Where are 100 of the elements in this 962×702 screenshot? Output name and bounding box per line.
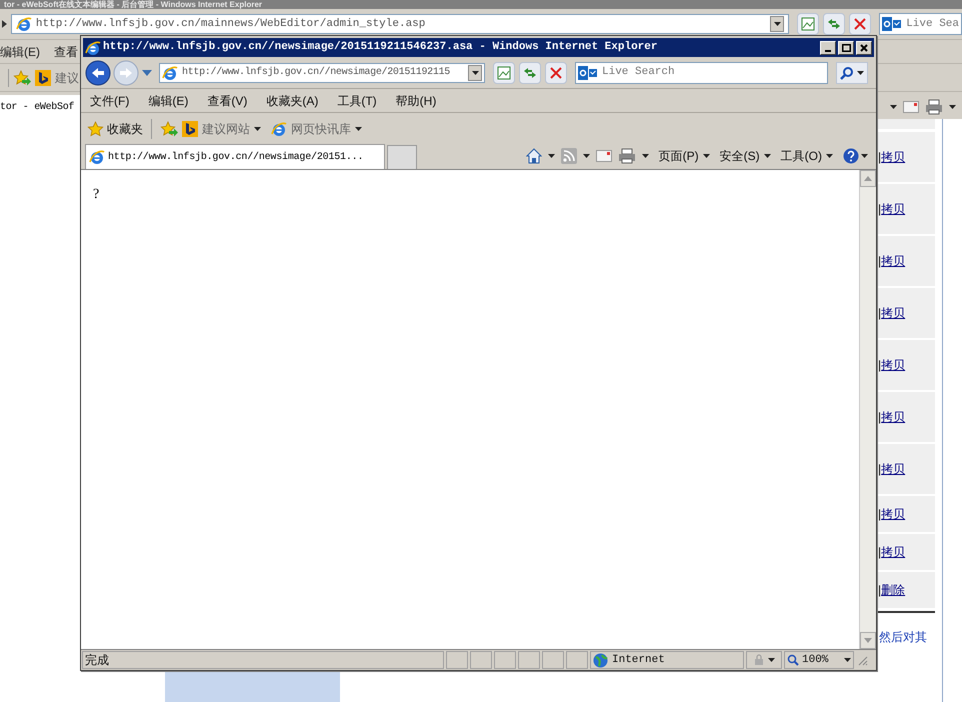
search-button[interactable] bbox=[836, 62, 868, 84]
help-icon bbox=[843, 148, 859, 164]
search-field[interactable]: Live Search bbox=[575, 62, 828, 84]
close-icon bbox=[860, 44, 868, 52]
menu-item[interactable]: 帮助(H) bbox=[396, 92, 436, 110]
protected-mode-button[interactable] bbox=[746, 651, 782, 669]
table-link[interactable]: 拷贝 bbox=[881, 505, 906, 523]
menu-item[interactable]: 工具(T) bbox=[337, 92, 377, 110]
address-dropdown-button[interactable] bbox=[468, 64, 482, 80]
minimize-icon bbox=[825, 50, 831, 52]
address-dropdown-button[interactable] bbox=[770, 16, 784, 32]
refresh-button[interactable] bbox=[823, 13, 846, 35]
caret-icon bbox=[764, 154, 771, 158]
back-button[interactable] bbox=[85, 60, 111, 86]
search-icon bbox=[840, 66, 854, 80]
menu-item[interactable]: 查看 bbox=[54, 42, 78, 60]
feed-icon[interactable] bbox=[560, 148, 577, 164]
browser-tab[interactable]: tor - eWebSof bbox=[0, 95, 82, 119]
table-link[interactable]: 拷贝 bbox=[881, 356, 906, 374]
separator: | bbox=[878, 582, 882, 599]
home-icon[interactable] bbox=[526, 148, 542, 164]
ie-icon bbox=[16, 16, 32, 32]
note-text: 然后对其 bbox=[878, 629, 928, 646]
command-menu[interactable]: 工具(O) bbox=[780, 147, 833, 165]
status-text: 完成 bbox=[82, 651, 444, 669]
separator: | bbox=[878, 149, 882, 166]
table-link[interactable]: 拷贝 bbox=[881, 252, 906, 270]
stop-button[interactable] bbox=[545, 62, 567, 84]
separator: | bbox=[878, 544, 882, 561]
zoom-button[interactable]: 100% bbox=[784, 651, 854, 669]
maximize-button[interactable] bbox=[838, 40, 854, 54]
address-field[interactable]: http://www.lnfsjb.gov.cn//newsimage/20151192115 bbox=[159, 62, 485, 82]
mail-icon[interactable] bbox=[903, 101, 919, 113]
table-link[interactable]: 拷贝 bbox=[881, 200, 906, 218]
page-icon bbox=[801, 17, 816, 31]
favorites-link[interactable]: 网页快讯库 bbox=[271, 120, 362, 138]
separator: | bbox=[878, 409, 882, 426]
caret-icon bbox=[642, 154, 649, 158]
page-icon bbox=[497, 66, 511, 80]
command-menu[interactable]: 页面(P) bbox=[658, 147, 710, 165]
menu-item[interactable]: 查看(V) bbox=[207, 92, 248, 110]
search-field[interactable]: Live Sea bbox=[879, 13, 962, 35]
caret-icon bbox=[774, 22, 781, 26]
scroll-down-icon bbox=[864, 638, 872, 643]
separator: | bbox=[878, 253, 882, 270]
status-pane bbox=[470, 651, 492, 669]
lock-icon bbox=[753, 654, 765, 666]
scroll-up-icon bbox=[864, 176, 872, 181]
menu-item[interactable]: 文件(F) bbox=[90, 92, 130, 110]
status-pane bbox=[446, 651, 468, 669]
zone-indicator[interactable]: Internet bbox=[590, 651, 744, 669]
table-link[interactable]: 删除 bbox=[881, 581, 906, 599]
favorites-link[interactable]: 建议网站 bbox=[202, 120, 261, 138]
separator: | bbox=[878, 201, 882, 218]
ie-icon bbox=[271, 120, 287, 136]
table-link[interactable]: 拷贝 bbox=[881, 148, 906, 166]
refresh-button[interactable] bbox=[519, 62, 541, 84]
minimize-button[interactable] bbox=[820, 40, 836, 54]
caret-icon bbox=[582, 154, 590, 158]
ie-icon bbox=[89, 149, 105, 165]
printer-icon[interactable] bbox=[925, 99, 943, 115]
printer-icon[interactable] bbox=[618, 148, 636, 164]
caret-icon bbox=[949, 105, 956, 109]
help-button[interactable] bbox=[843, 148, 868, 164]
favorites-link[interactable]: 建议 bbox=[55, 68, 79, 86]
caret-icon bbox=[768, 658, 775, 662]
status-pane bbox=[542, 651, 564, 669]
ie-icon bbox=[85, 40, 101, 56]
compat-view-button[interactable] bbox=[493, 62, 515, 84]
favorites-button[interactable]: 收藏夹 bbox=[87, 120, 143, 138]
separator: | bbox=[878, 461, 882, 478]
address-field[interactable]: http://www.lnfsjb.gov.cn/mainnews/WebEditor/admin_style.asp bbox=[10, 14, 790, 34]
history-dropdown-icon[interactable] bbox=[141, 68, 153, 76]
browser-tab[interactable]: http://www.lnfsjb.gov.cn//newsimage/20151... bbox=[85, 144, 385, 169]
menu-item[interactable]: 编辑(E) bbox=[148, 92, 188, 110]
table-link[interactable]: 拷贝 bbox=[881, 460, 906, 478]
bing-icon bbox=[182, 120, 198, 136]
close-icon bbox=[550, 66, 562, 78]
window-title: tor - eWebSoft在线文本编辑器 - 后台管理 - Windows Internet Explorer bbox=[3, 0, 262, 9]
separator: | bbox=[878, 357, 882, 374]
mail-icon[interactable] bbox=[596, 150, 612, 162]
menu-item[interactable]: 收藏夹(A) bbox=[266, 92, 318, 110]
window-title: http://www.lnfsjb.gov.cn//newsimage/2015119211546237.asa - Windows Internet Explorer bbox=[103, 40, 658, 56]
stop-button[interactable] bbox=[849, 13, 872, 35]
scrollbar[interactable] bbox=[859, 170, 876, 649]
maximize-icon bbox=[842, 44, 850, 52]
close-button[interactable] bbox=[856, 40, 872, 54]
add-favorite-icon[interactable] bbox=[160, 120, 178, 136]
menu-item[interactable]: 编辑(E) bbox=[0, 42, 40, 60]
separator: | bbox=[878, 506, 882, 523]
caret-icon bbox=[826, 154, 833, 158]
table-link[interactable]: 拷贝 bbox=[881, 304, 906, 322]
caret-icon bbox=[857, 70, 864, 74]
table-link[interactable]: 拷贝 bbox=[881, 543, 906, 561]
command-menu[interactable]: 安全(S) bbox=[720, 147, 771, 165]
compat-view-button[interactable] bbox=[797, 13, 820, 35]
caret-icon bbox=[472, 70, 478, 74]
live-search-logo-icon bbox=[578, 66, 598, 80]
add-favorite-icon[interactable] bbox=[13, 70, 31, 86]
table-link[interactable]: 拷贝 bbox=[881, 408, 906, 426]
